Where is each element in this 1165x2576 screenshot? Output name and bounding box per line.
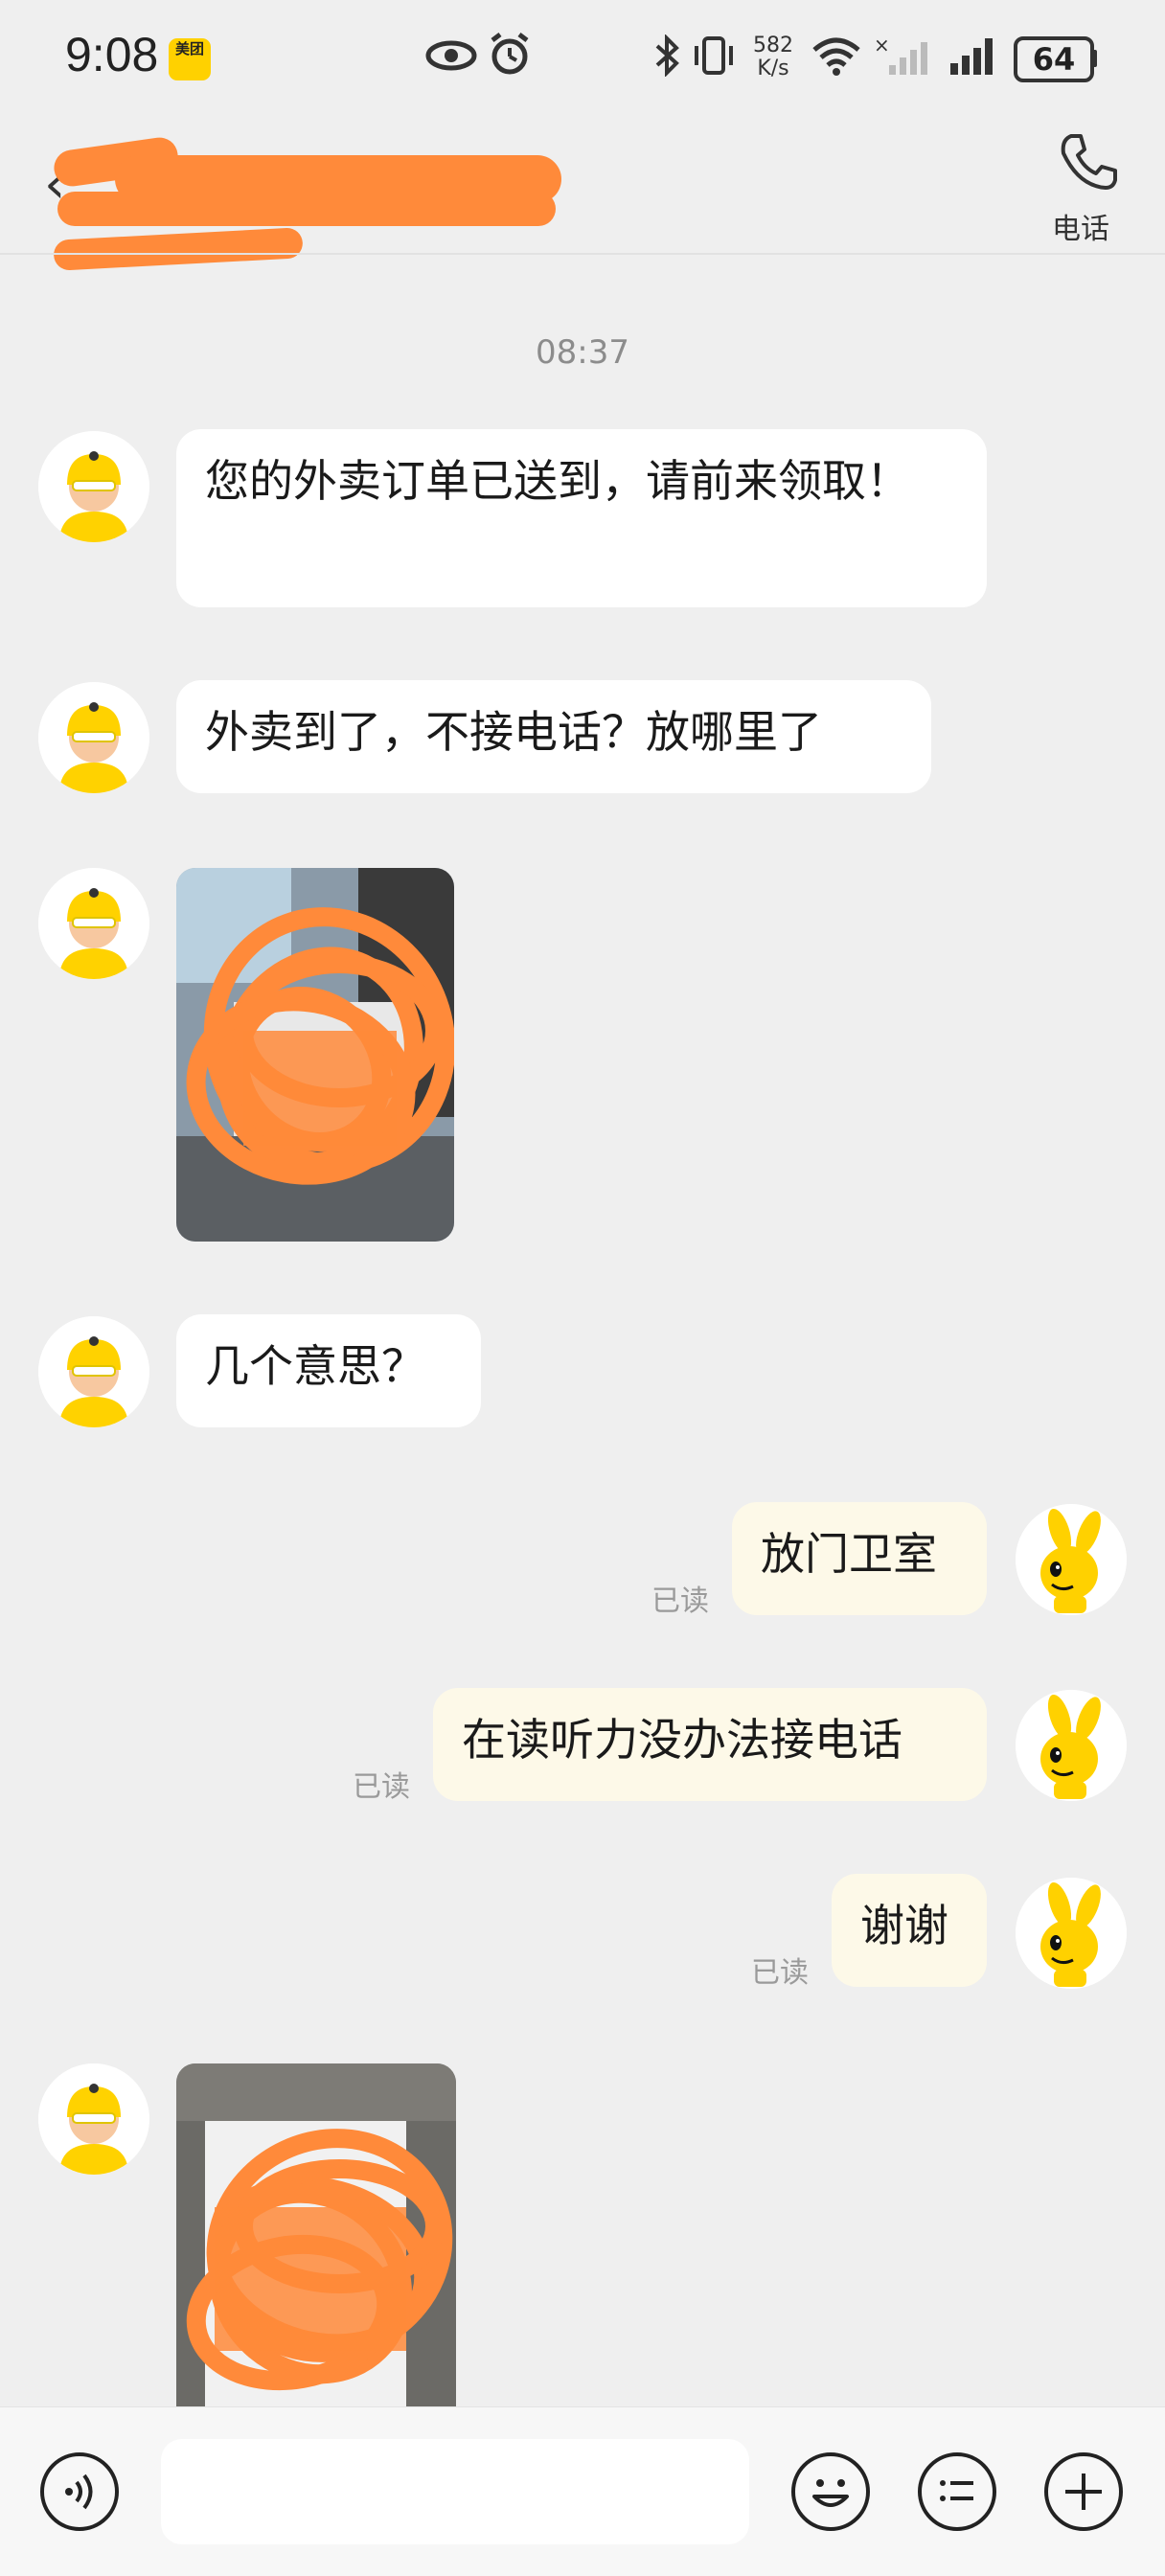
- rider-avatar-icon: [38, 1316, 149, 1427]
- smiley-glyph: [812, 2479, 849, 2507]
- message-text: 谢谢: [860, 1900, 948, 1951]
- voice-icon[interactable]: [40, 2452, 119, 2531]
- meituan-app-badge: 美团: [169, 38, 211, 80]
- wifi-icon: [812, 37, 860, 76]
- message-text: 您的外卖订单已送到，请前来领取！: [205, 455, 910, 507]
- message-text: 几个意思？: [205, 1340, 425, 1392]
- photo-message[interactable]: [176, 2063, 456, 2406]
- rider-avatar[interactable]: [38, 1316, 149, 1427]
- rider-avatar[interactable]: [38, 2063, 149, 2175]
- message-text: 放门卫室: [761, 1528, 937, 1580]
- eye-icon: [425, 40, 477, 71]
- net-speed-value: 582: [753, 34, 793, 57]
- bluetooth-icon: [655, 34, 679, 77]
- my-avatar[interactable]: [1016, 1690, 1127, 1801]
- message-timestamp: 08:37: [536, 333, 629, 372]
- plus-glyph: [1065, 2473, 1102, 2510]
- message-text: 在读听力没办法接电话: [462, 1714, 902, 1766]
- rider-avatar-icon: [38, 2063, 149, 2175]
- call-label[interactable]: 电话: [1052, 205, 1109, 247]
- emoji-icon[interactable]: [791, 2452, 870, 2531]
- incoming-message-bubble[interactable]: 您的外卖订单已送到，请前来领取！: [176, 429, 987, 607]
- redacted-photo: [176, 2063, 456, 2406]
- alarm-icon: [491, 33, 529, 75]
- quick-reply-icon[interactable]: [918, 2452, 996, 2531]
- my-avatar[interactable]: [1016, 1504, 1127, 1615]
- outgoing-message-bubble[interactable]: 谢谢: [832, 1874, 987, 1987]
- outgoing-message-bubble[interactable]: 放门卫室: [732, 1502, 987, 1615]
- signal-sim1-icon: [950, 38, 993, 75]
- net-speed-unit: K/s: [757, 57, 789, 80]
- kangaroo-mascot-icon: [1016, 1504, 1127, 1615]
- redaction-scribble: [53, 227, 304, 271]
- rider-avatar[interactable]: [38, 431, 149, 542]
- rider-avatar[interactable]: [38, 868, 149, 979]
- battery-cap: [1092, 50, 1097, 67]
- battery-indicator: 64: [1014, 36, 1094, 82]
- rider-avatar-icon: [38, 431, 149, 542]
- incoming-message-bubble[interactable]: 几个意思？: [176, 1314, 481, 1427]
- message-text: 外卖到了，不接电话？放哪里了: [205, 706, 822, 758]
- list-glyph: [940, 2480, 973, 2501]
- kangaroo-mascot-icon: [1016, 1690, 1127, 1801]
- redaction-scribble: [57, 192, 556, 226]
- incoming-message-bubble[interactable]: 外卖到了，不接电话？放哪里了: [176, 680, 931, 793]
- svg-text:×: ×: [874, 34, 890, 57]
- rider-avatar[interactable]: [38, 682, 149, 793]
- phone-icon[interactable]: [1058, 130, 1119, 192]
- rider-avatar-icon: [38, 682, 149, 793]
- signal-sim2-icon: ×: [874, 34, 927, 75]
- rider-avatar-icon: [38, 868, 149, 979]
- outgoing-message-bubble[interactable]: 在读听力没办法接电话: [433, 1688, 987, 1801]
- net-speed: 582 K/s: [753, 34, 793, 80]
- vibrate-icon: [695, 36, 733, 75]
- plus-icon[interactable]: [1044, 2452, 1123, 2531]
- voice-wave-glyph: [65, 2473, 93, 2510]
- redacted-photo: [176, 868, 454, 1242]
- read-status: 已读: [751, 1956, 809, 1990]
- photo-message[interactable]: [176, 868, 454, 1242]
- status-time: 9:08: [65, 28, 159, 81]
- header-divider: [0, 253, 1165, 255]
- read-status: 已读: [651, 1584, 709, 1618]
- message-input[interactable]: [161, 2439, 749, 2544]
- my-avatar[interactable]: [1016, 1878, 1127, 1989]
- read-status: 已读: [353, 1770, 410, 1804]
- kangaroo-mascot-icon: [1016, 1878, 1127, 1989]
